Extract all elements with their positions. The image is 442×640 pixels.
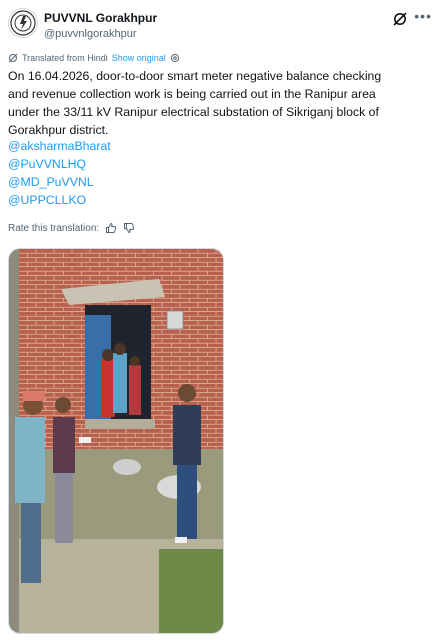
puvvnl-logo	[10, 10, 36, 36]
post-text-line: On 16.04.2026, door-to-door smart meter …	[8, 69, 382, 83]
post-text: On 16.04.2026, door-to-door smart meter …	[8, 67, 428, 139]
post-header: PUVVNL Gorakhpur @puvvnlgorakhpur •••	[8, 8, 434, 46]
account-avatar[interactable]	[8, 8, 38, 38]
thumbs-up-icon[interactable]	[105, 222, 117, 234]
translate-icon	[8, 53, 18, 63]
translated-label: Translated from Hindi	[22, 53, 108, 63]
show-original-link[interactable]: Show original	[112, 53, 166, 63]
thumbs-down-icon[interactable]	[123, 222, 135, 234]
post-text-line: Gorakhpur district.	[8, 123, 109, 137]
mention-link[interactable]: @aksharmaBharat	[8, 139, 111, 153]
grok-icon[interactable]	[392, 11, 408, 27]
post-text-line: and revenue collection work is being car…	[8, 87, 376, 101]
photo-field-visit	[9, 249, 223, 633]
rate-label: Rate this translation:	[8, 222, 100, 234]
account-name[interactable]: PUVVNL Gorakhpur	[44, 11, 157, 25]
mention-link[interactable]: @UPPCLLKO	[8, 193, 86, 207]
post-photo[interactable]	[8, 248, 224, 634]
mention-link[interactable]: @MD_PuVVNL	[8, 175, 94, 189]
more-options-icon[interactable]: •••	[414, 8, 432, 24]
rate-translation: Rate this translation:	[8, 222, 135, 234]
settings-icon[interactable]	[170, 53, 180, 63]
account-handle[interactable]: @puvvnlgorakhpur	[44, 28, 137, 40]
translation-banner: Translated from Hindi Show original	[8, 53, 180, 63]
mention-link[interactable]: @PuVVNLHQ	[8, 157, 86, 171]
post-text-line: under the 33/11 kV Ranipur electrical su…	[8, 105, 379, 119]
